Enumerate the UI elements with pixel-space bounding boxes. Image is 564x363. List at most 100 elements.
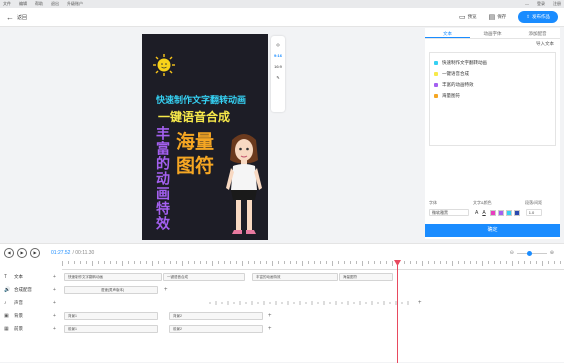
ruler-tick bbox=[302, 261, 303, 266]
back-button[interactable]: ← 返回 bbox=[6, 13, 27, 22]
text-clip-1[interactable]: 快速制作文字翻转动画 bbox=[64, 273, 162, 281]
ruler-tick bbox=[524, 261, 525, 264]
list-item[interactable]: 海量图符 bbox=[434, 90, 551, 101]
font-select[interactable]: 微软雅黑 bbox=[429, 209, 469, 216]
text-clip-3[interactable]: 丰富的动画特效 bbox=[252, 273, 338, 281]
time-ruler[interactable] bbox=[62, 261, 564, 270]
voice-clip[interactable]: 语速(男声版本) bbox=[64, 286, 158, 294]
ruler-tick bbox=[176, 261, 177, 264]
list-item-label: 海量图符 bbox=[442, 92, 460, 98]
menu-file[interactable]: 文件 bbox=[3, 1, 11, 7]
ruler-tick bbox=[74, 261, 75, 264]
canvas-area: 快速制作文字翻转动画 一键语音合成 丰富的动画特效 海量 图符 ◎ 9:16 1… bbox=[0, 28, 420, 241]
canvas-text-big2[interactable]: 图符 bbox=[176, 151, 214, 178]
background-clip-2[interactable]: 背景2 bbox=[169, 312, 263, 320]
canvas-text-vertical[interactable]: 丰富的动画特效 bbox=[152, 126, 172, 231]
spacing-select[interactable]: 1.0 bbox=[525, 209, 542, 216]
list-item[interactable]: 一键语音合成 bbox=[434, 68, 551, 79]
menu-edit[interactable]: 编辑 bbox=[19, 1, 27, 7]
color-swatch-blue[interactable] bbox=[513, 209, 520, 216]
foreground-clip-2[interactable]: 前景2 bbox=[169, 325, 263, 333]
canvas-text-big1[interactable]: 海量 bbox=[176, 127, 214, 154]
zoom-slider[interactable] bbox=[516, 250, 547, 256]
preview-label: 预览 bbox=[467, 14, 477, 19]
track-label: 文本 bbox=[14, 274, 23, 279]
total-time: / 00:11.30 bbox=[72, 249, 95, 256]
canvas-text-line1[interactable]: 快速制作文字翻转动画 bbox=[156, 93, 246, 106]
import-text-button[interactable]: 导入文本 bbox=[536, 41, 554, 47]
foreground-clip-1[interactable]: 前景1 bbox=[64, 325, 158, 333]
preview-canvas[interactable]: 快速制作文字翻转动画 一键语音合成 丰富的动画特效 海量 图符 bbox=[142, 34, 268, 240]
color-swatch-purple[interactable] bbox=[497, 209, 504, 216]
text-clip-2[interactable]: 一键语音合成 bbox=[163, 273, 245, 281]
playhead[interactable] bbox=[394, 260, 401, 363]
color-swatch-cyan[interactable] bbox=[505, 209, 512, 216]
zoom-in-icon[interactable]: ⊕ bbox=[550, 250, 554, 256]
background-clip-1[interactable]: 背景1 bbox=[64, 312, 158, 320]
preview-button[interactable]: ▭ 预览 bbox=[459, 13, 477, 21]
ruler-tick bbox=[260, 261, 261, 264]
minimize-button[interactable]: — bbox=[525, 1, 529, 7]
rewind-button[interactable]: ◀ bbox=[4, 247, 14, 258]
add-icon[interactable]: + bbox=[53, 313, 56, 319]
play-icon: ▶ bbox=[20, 250, 24, 255]
ratio-9-16-button[interactable]: 9:16 bbox=[274, 53, 282, 58]
ruler-tick bbox=[374, 261, 375, 264]
font-size-icon[interactable]: A bbox=[475, 210, 478, 216]
publish-button[interactable]: ⇪ 发布作品 bbox=[518, 11, 558, 23]
menu-upgrade[interactable]: 升级账户 bbox=[67, 1, 83, 7]
ruler-tick bbox=[446, 261, 447, 264]
add-foreground-icon[interactable]: + bbox=[268, 326, 272, 332]
audio-waveform[interactable] bbox=[208, 300, 414, 306]
ruler-tick bbox=[110, 261, 111, 264]
edit-icon[interactable]: ✎ bbox=[276, 75, 279, 80]
target-icon[interactable]: ◎ bbox=[276, 42, 280, 47]
ruler-tick bbox=[182, 261, 183, 266]
forward-icon: ▶ bbox=[33, 250, 37, 255]
ruler-tick bbox=[296, 261, 297, 264]
ruler-tick bbox=[266, 261, 267, 264]
ruler-tick bbox=[380, 261, 381, 264]
ruler-tick bbox=[200, 261, 201, 264]
tab-text[interactable]: 文本 bbox=[425, 28, 470, 38]
track-label: 前景 bbox=[14, 326, 23, 331]
zoom-slider-knob[interactable] bbox=[526, 250, 532, 256]
confirm-button[interactable]: 确定 bbox=[425, 224, 560, 237]
character-figure[interactable] bbox=[222, 130, 266, 238]
list-item[interactable]: 快速制作文字翻转动画 bbox=[434, 57, 551, 68]
color-swatch-magenta[interactable] bbox=[489, 209, 496, 216]
ruler-tick bbox=[158, 261, 159, 264]
menu-help[interactable]: 帮助 bbox=[35, 1, 43, 7]
list-item[interactable]: 丰富的动画特效 bbox=[434, 79, 551, 90]
ruler-tick bbox=[518, 261, 519, 264]
ruler-tick bbox=[332, 261, 333, 266]
zoom-out-icon[interactable]: ⊖ bbox=[510, 250, 514, 256]
text-clip-4[interactable]: 海量图符 bbox=[339, 273, 393, 281]
add-background-icon[interactable]: + bbox=[268, 313, 272, 319]
tab-add-voice[interactable]: 添加配音 bbox=[515, 28, 560, 38]
menu-exit[interactable]: 退出 bbox=[51, 1, 59, 7]
register-link[interactable]: 注册 bbox=[553, 1, 561, 7]
play-button[interactable]: ▶ bbox=[17, 247, 27, 258]
canvas-text-line2[interactable]: 一键语音合成 bbox=[158, 108, 230, 125]
forward-button[interactable]: ▶ bbox=[30, 247, 40, 258]
ruler-tick bbox=[194, 261, 195, 264]
add-icon[interactable]: + bbox=[53, 274, 56, 280]
ruler-tick bbox=[128, 261, 129, 264]
add-sound-icon[interactable]: + bbox=[418, 300, 422, 306]
add-icon[interactable]: + bbox=[53, 326, 56, 332]
ratio-16-9-button[interactable]: 16:9 bbox=[274, 64, 282, 69]
add-voice-icon[interactable]: + bbox=[164, 287, 168, 293]
tab-animated-font[interactable]: 动画字体 bbox=[470, 28, 515, 38]
add-icon[interactable]: + bbox=[53, 300, 56, 306]
save-button[interactable]: ▤ 保存 bbox=[489, 13, 507, 21]
save-icon: ▤ bbox=[488, 14, 496, 21]
add-icon[interactable]: + bbox=[53, 287, 56, 293]
background-icon: ▣ bbox=[4, 313, 9, 319]
import-row: 导入文本 bbox=[425, 39, 560, 49]
login-link[interactable]: 登录 bbox=[537, 1, 545, 7]
sun-icon bbox=[153, 54, 175, 76]
ruler-tick bbox=[350, 261, 351, 264]
toolbar: ← 返回 ▭ 预览 ▤ 保存 ⇪ 发布作品 bbox=[0, 8, 564, 27]
font-color-icon[interactable]: A bbox=[482, 210, 485, 216]
